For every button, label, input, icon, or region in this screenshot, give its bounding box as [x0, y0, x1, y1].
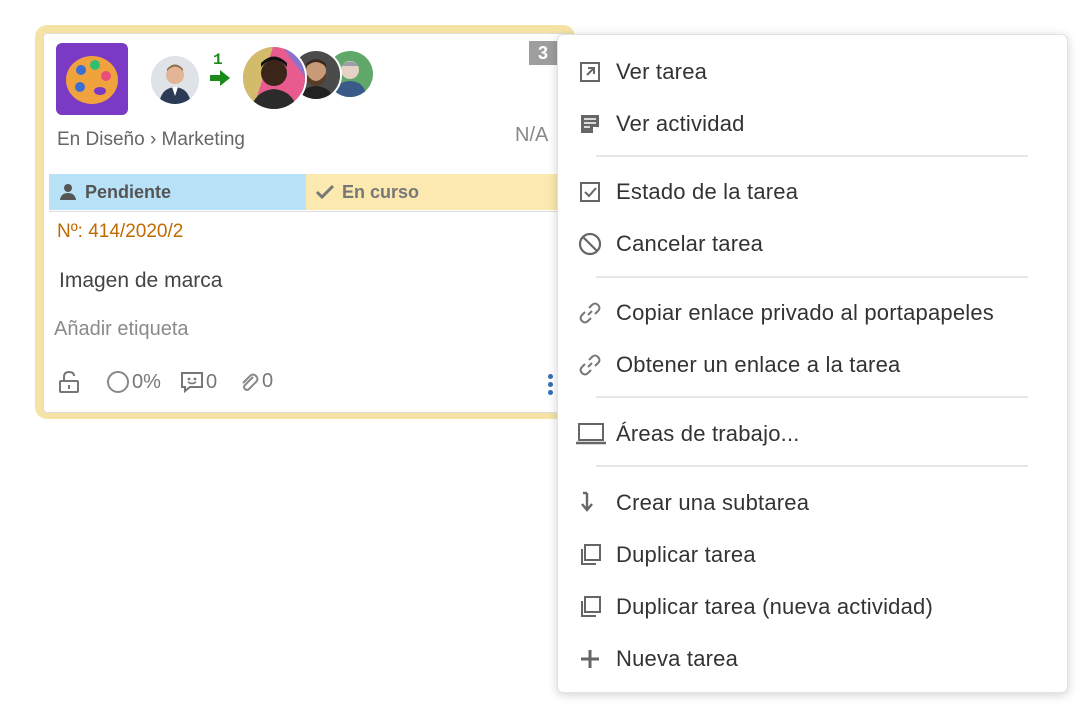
subtask-arrow-icon: [578, 491, 602, 515]
duplicate-icon: [578, 595, 602, 619]
menu-item-label: Crear una subtarea: [616, 490, 810, 515]
status-pending[interactable]: Pendiente: [49, 174, 306, 210]
status-pending-label: Pendiente: [85, 181, 172, 202]
progress-value: 0%: [132, 370, 161, 393]
menu-item-label: Duplicar tarea (nueva actividad): [616, 594, 933, 619]
check-icon: [315, 183, 335, 201]
menu-item-label: Estado de la tarea: [616, 179, 799, 204]
palette-app-icon: [56, 43, 128, 115]
comments-indicator[interactable]: 0: [180, 370, 217, 394]
status-bar: Pendiente En curso: [49, 174, 569, 210]
menu-item-copy-private-link[interactable]: Copiar enlace privado al portapapeles: [558, 291, 1067, 335]
menu-item-create-subtask[interactable]: Crear una subtarea: [558, 481, 1067, 525]
task-title[interactable]: Imagen de marca: [59, 269, 222, 293]
menu-item-workspaces[interactable]: Áreas de trabajo...: [558, 412, 1067, 456]
menu-item-new-task[interactable]: Nueva tarea: [558, 637, 1067, 681]
breadcrumb[interactable]: En Diseño › Marketing: [57, 129, 245, 151]
menu-item-label: Cancelar tarea: [616, 231, 764, 256]
menu-item-label: Obtener un enlace a la tarea: [616, 352, 901, 377]
menu-divider: [596, 465, 1028, 467]
menu-divider: [596, 276, 1028, 278]
menu-item-view-activity[interactable]: Ver actividad: [558, 102, 1067, 146]
attachments-indicator[interactable]: 0: [238, 370, 273, 393]
more-options-icon[interactable]: [548, 374, 554, 396]
status-count-badge: 3: [529, 41, 557, 65]
menu-item-get-task-link[interactable]: Obtener un enlace a la tarea: [558, 343, 1067, 387]
creator-avatar[interactable]: [149, 54, 201, 106]
checkbox-icon: [578, 180, 602, 204]
progress-circle-icon: [106, 370, 130, 394]
menu-item-label: Ver tarea: [616, 59, 708, 84]
plus-icon: [578, 647, 602, 671]
external-link-icon: [578, 60, 602, 84]
menu-divider: [596, 396, 1028, 398]
link-icon: [578, 353, 602, 377]
menu-item-duplicate-task[interactable]: Duplicar tarea: [558, 533, 1067, 577]
arrow-right-icon: [208, 68, 232, 88]
menu-item-label: Nueva tarea: [616, 646, 739, 671]
progress-indicator: 0%: [106, 370, 161, 394]
task-number: Nº: 414/2020/2: [57, 221, 184, 242]
assignment-order-number: 1: [213, 51, 223, 69]
user-icon: [59, 183, 77, 201]
duplicate-icon: [578, 543, 602, 567]
paperclip-icon: [238, 371, 260, 393]
menu-item-label: Copiar enlace privado al portapapeles: [616, 300, 994, 325]
lock-open-icon[interactable]: [58, 370, 80, 394]
comments-count: 0: [206, 370, 218, 393]
laptop-icon: [576, 422, 606, 446]
menu-item-view-task[interactable]: Ver tarea: [558, 50, 1067, 94]
context-menu: Ver tarea Ver actividad Estado de la tar…: [557, 34, 1068, 693]
status-in-progress[interactable]: En curso: [306, 174, 569, 210]
menu-item-label: Ver actividad: [616, 111, 745, 136]
link-icon: [578, 301, 602, 325]
task-card[interactable]: 1 3 En Diseño › Marketing N/A Pendiente …: [43, 33, 570, 413]
menu-item-cancel-task[interactable]: Cancelar tarea: [558, 222, 1067, 266]
menu-divider: [596, 155, 1028, 157]
status-in-progress-label: En curso: [342, 181, 420, 202]
comment-icon: [180, 370, 204, 394]
menu-item-label: Duplicar tarea: [616, 542, 756, 567]
due-date: N/A: [515, 124, 549, 146]
menu-item-task-status[interactable]: Estado de la tarea: [558, 170, 1067, 214]
attachments-count: 0: [262, 370, 274, 392]
menu-item-duplicate-task-new-activity[interactable]: Duplicar tarea (nueva actividad): [558, 585, 1067, 629]
activity-note-icon: [578, 112, 602, 136]
divider: [49, 211, 569, 212]
cancel-icon: [578, 232, 602, 256]
add-tag-link[interactable]: Añadir etiqueta: [54, 318, 189, 341]
assignee-avatar-1[interactable]: [241, 45, 307, 111]
menu-item-label: Áreas de trabajo...: [616, 421, 800, 446]
